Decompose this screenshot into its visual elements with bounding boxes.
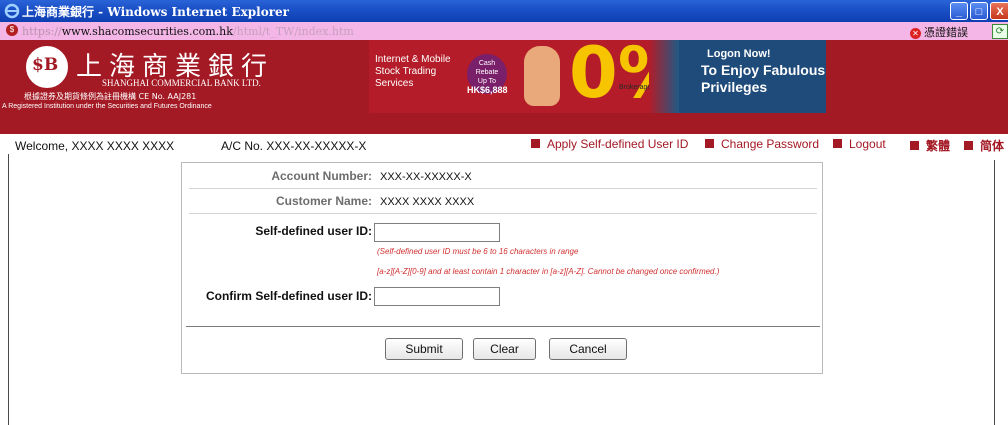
rebate-line1: Cash Rebate — [475, 60, 499, 76]
maximize-button[interactable]: □ — [970, 2, 988, 20]
bank-logo-area[interactable]: $B 上海商業銀行 SHANGHAI COMMERCIAL BANK LTD. … — [0, 40, 300, 134]
clear-button[interactable]: Clear — [473, 338, 536, 360]
content-frame-left-border — [8, 154, 9, 425]
user-id-hint-line1: (Self-defined user ID must be 6 to 16 ch… — [377, 247, 579, 256]
banner-services-text: Internet & Mobile Stock Trading Services — [375, 54, 451, 89]
customer-name-label: Customer Name: — [275, 194, 372, 208]
hand-illustration — [524, 46, 560, 106]
menu-traditional-label: 繁體 — [926, 139, 951, 153]
bullet-square-icon — [833, 139, 842, 148]
user-id-input[interactable] — [374, 223, 500, 242]
certificate-error-indicator[interactable]: ✕ 憑證錯誤 — [910, 24, 968, 40]
bank-name-english: SHANGHAI COMMERCIAL BANK LTD. — [102, 78, 261, 88]
url-path: /html/t_TW/index.htm — [232, 25, 354, 38]
menu-change-password[interactable]: Change Password — [705, 137, 819, 151]
window-title: 上海商業銀行 - Windows Internet Explorer — [22, 5, 289, 19]
menu-apply-user-id[interactable]: Apply Self-defined User ID — [531, 137, 688, 151]
user-id-hint-line2: [a-z][A-Z][0-9] and at least contain 1 c… — [377, 267, 720, 276]
user-id-form: Account Number: XXX-XX-XXXXX-X Customer … — [181, 162, 823, 374]
menu-traditional-chinese[interactable]: 繁體 — [910, 137, 950, 154]
menu-logout[interactable]: Logout — [833, 137, 886, 151]
refresh-icon[interactable]: ⟳ — [992, 24, 1008, 39]
privileges-text: To Enjoy Fabulous Privileges — [701, 62, 826, 95]
internet-explorer-icon — [4, 3, 20, 19]
minimize-button[interactable]: _ — [950, 2, 968, 20]
logo-text: $B — [32, 55, 59, 75]
welcome-text: Welcome, XXXX XXXX XXXX — [15, 139, 175, 153]
menu-logout-label: Logout — [849, 137, 886, 151]
url-host: www.shacomsecurities.com.hk — [61, 25, 233, 38]
error-icon: ✕ — [910, 28, 921, 39]
divider — [189, 188, 817, 189]
confirm-user-id-input[interactable] — [374, 287, 500, 306]
confirm-user-id-label: Confirm Self-defined user ID: — [205, 289, 372, 303]
menu-apply-user-id-label: Apply Self-defined User ID — [547, 137, 689, 151]
logon-promo: Logon Now! To Enjoy Fabulous Privileges — [679, 40, 826, 113]
registration-chinese: 根據證券及期貨條例為註冊機構 CE No. AAJ281 — [24, 92, 197, 101]
account-number-label: Account Number: — [271, 169, 372, 183]
menu-simplified-chinese[interactable]: 简体 — [964, 137, 1004, 154]
site-favicon-icon: $ — [6, 24, 18, 36]
window-title-bar: 上海商業銀行 - Windows Internet Explorer _ □ X — [0, 0, 1008, 22]
submit-button[interactable]: Submit — [385, 338, 463, 360]
customer-name-value: XXXX XXXX XXXX — [380, 196, 475, 208]
divider — [186, 326, 820, 327]
bullet-square-icon — [964, 141, 973, 150]
banner-swoosh — [649, 40, 679, 113]
certificate-error-label: 憑證錯誤 — [924, 27, 968, 39]
content-frame-right-border — [994, 160, 995, 425]
welcome-bar: Welcome, XXXX XXXX XXXX A/C No. XXX-XX-X… — [0, 134, 1008, 154]
divider — [189, 213, 817, 214]
account-number-text: A/C No. XXX-XX-XXXXX-X — [221, 139, 367, 153]
bank-logo-icon: $B — [26, 46, 68, 88]
bullet-square-icon — [531, 139, 540, 148]
logon-now-text: Logon Now! — [707, 48, 771, 60]
registration-english: A Registered Institution under the Secur… — [2, 103, 212, 110]
bank-header: $B 上海商業銀行 SHANGHAI COMMERCIAL BANK LTD. … — [0, 40, 1008, 134]
account-number-value: XXX-XX-XXXXX-X — [380, 171, 472, 183]
close-button[interactable]: X — [990, 2, 1008, 20]
menu-change-password-label: Change Password — [721, 137, 820, 151]
promo-banner[interactable]: Internet & Mobile Stock Trading Services… — [369, 40, 826, 113]
menu-simplified-label: 简体 — [980, 139, 1005, 153]
cancel-button[interactable]: Cancel — [549, 338, 627, 360]
cash-rebate-badge: Cash Rebate Up To HK$6,888 — [467, 54, 508, 95]
address-url[interactable]: https://www.shacomsecurities.com.hk/html… — [22, 25, 354, 38]
user-id-label: Self-defined user ID: — [255, 224, 372, 238]
bullet-square-icon — [910, 141, 919, 150]
rebate-amount: HK$6,888 — [467, 85, 508, 95]
bullet-square-icon — [705, 139, 714, 148]
url-protocol: https:// — [22, 25, 62, 38]
address-bar[interactable]: $ https://www.shacomsecurities.com.hk/ht… — [0, 22, 1008, 41]
